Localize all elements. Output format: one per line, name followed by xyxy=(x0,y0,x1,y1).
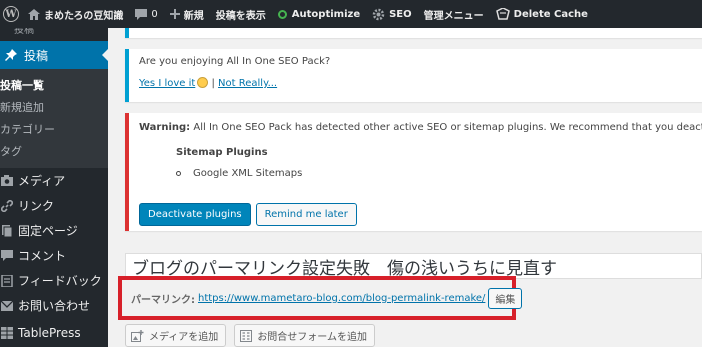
sidebar-item-pages[interactable]: 固定ページ xyxy=(0,218,108,243)
view-post-label: 投稿を表示 xyxy=(215,10,266,22)
add-contact-form-label: お問合せフォームを追加 xyxy=(257,332,368,343)
plugin-list-item: Google XML Sitemaps xyxy=(176,168,692,179)
notice-top-partial xyxy=(125,28,702,38)
permalink-url-link[interactable]: https://www.mametaro-blog.com/blog-perma… xyxy=(198,293,485,304)
sidebar-item-posts[interactable]: 投稿 xyxy=(0,41,108,69)
sidebar-item-cut[interactable]: 投稿 xyxy=(0,28,108,41)
seo-menu[interactable]: SEO xyxy=(366,0,418,28)
aioseo-review-notice: Are you enjoying All In One SEO Pack? Ye… xyxy=(125,49,702,102)
warning-actions: Deactivate plugins Remind me later xyxy=(139,203,357,226)
warning-message: Warning: All In One SEO Pack has detecte… xyxy=(139,122,702,133)
media-icon xyxy=(0,174,14,187)
edit-permalink-button[interactable]: 編集 xyxy=(488,287,523,309)
sidebar-item-comments[interactable]: コメント xyxy=(0,243,108,268)
site-name: まめたろの豆知識 xyxy=(44,10,124,22)
admin-menu-label: 管理メニュー xyxy=(423,10,484,22)
comments-menu[interactable]: 0 xyxy=(129,0,163,28)
permalink-box: パーマリンク: https://www.mametaro-blog.com/bl… xyxy=(118,276,523,320)
seo-conflict-warning: Warning: All In One SEO Pack has detecte… xyxy=(125,113,702,231)
submenu-tags[interactable]: タグ xyxy=(0,140,108,162)
add-media-icon xyxy=(131,329,144,342)
submenu-add-new[interactable]: 新規追加 xyxy=(0,96,108,118)
link-separator: | xyxy=(211,78,215,89)
comment-bubble-icon xyxy=(135,8,148,20)
comments-count: 0 xyxy=(151,8,158,20)
warning-label: Warning: xyxy=(139,122,191,133)
seo-label: SEO xyxy=(389,8,412,20)
autoptimize-status-icon xyxy=(277,9,287,19)
comments-icon xyxy=(0,250,14,261)
sidebar-item-contact[interactable]: お問い合わせ xyxy=(0,293,108,318)
admin-menu-link[interactable]: 管理メニュー xyxy=(418,0,490,28)
remind-later-button[interactable]: Remind me later xyxy=(255,203,357,226)
review-links: Yes I love it | Not Really... xyxy=(139,77,692,89)
sidebar-item-links[interactable]: リンク xyxy=(0,193,108,218)
deactivate-plugins-button[interactable]: Deactivate plugins xyxy=(139,203,251,226)
sidebar-item-links-label: リンク xyxy=(18,199,55,213)
permalink-label: パーマリンク: xyxy=(131,294,195,306)
sidebar-item-comments-label: コメント xyxy=(18,249,67,263)
plus-icon xyxy=(169,9,180,19)
contact-icon xyxy=(0,300,14,311)
gear-icon xyxy=(372,8,385,21)
add-media-button[interactable]: メディアを追加 xyxy=(125,324,227,347)
home-icon xyxy=(28,8,40,20)
sidebar-item-cut-label: 投稿 xyxy=(14,28,34,36)
review-question: Are you enjoying All In One SEO Pack? xyxy=(139,56,331,67)
autoptimize-label: Autoptimize xyxy=(291,8,361,20)
pages-icon xyxy=(0,224,14,237)
new-label: 新規 xyxy=(183,10,204,22)
delete-cache-label: Delete Cache xyxy=(513,8,588,20)
sidebar-item-posts-label: 投稿 xyxy=(24,48,49,63)
view-post-link[interactable]: 投稿を表示 xyxy=(210,0,272,28)
add-media-label: メディアを追加 xyxy=(149,332,219,343)
form-icon xyxy=(240,329,253,342)
pin-icon xyxy=(4,49,18,61)
wordpress-icon: W xyxy=(3,6,19,22)
sitemap-plugins-title: Sitemap Plugins xyxy=(176,147,268,158)
sidebar-item-media[interactable]: メディア xyxy=(0,168,108,193)
sidebar-item-pages-label: 固定ページ xyxy=(18,224,78,238)
wordpress-logo-menu[interactable]: W xyxy=(0,0,22,28)
sidebar-item-feedback[interactable]: フィードバック xyxy=(0,268,108,293)
plugin-name: Google XML Sitemaps xyxy=(193,168,303,179)
smiley-icon xyxy=(197,77,209,88)
editor-media-buttons: メディアを追加 お問合せフォームを追加 xyxy=(125,324,376,347)
yes-love-it-link[interactable]: Yes I love it xyxy=(139,78,195,89)
admin-bar: W まめたろの豆知識 0 新規 投稿を表示 Autoptimize SEO 管理… xyxy=(0,0,702,28)
delete-cache-menu[interactable]: Delete Cache xyxy=(490,0,594,28)
posts-submenu: 投稿一覧 新規追加 カテゴリー タグ xyxy=(0,69,108,168)
cache-icon xyxy=(495,8,510,20)
tablepress-icon xyxy=(0,326,14,339)
autoptimize-menu[interactable]: Autoptimize xyxy=(272,0,366,28)
sidebar-item-tablepress[interactable]: TablePress xyxy=(0,319,108,346)
site-name-menu[interactable]: まめたろの豆知識 xyxy=(22,0,129,28)
add-contact-form-button[interactable]: お問合せフォームを追加 xyxy=(234,324,376,347)
sidebar-item-contact-label: お問い合わせ xyxy=(18,299,91,313)
admin-sidebar: 投稿 投稿 投稿一覧 新規追加 カテゴリー タグ メディア リンク 固定ページ … xyxy=(0,28,108,347)
sidebar-item-media-label: メディア xyxy=(18,174,66,188)
warning-body: All In One SEO Pack has detected other a… xyxy=(193,122,702,133)
bullet-icon xyxy=(176,171,181,176)
submenu-categories[interactable]: カテゴリー xyxy=(0,118,108,140)
not-really-link[interactable]: Not Really... xyxy=(218,78,277,89)
feedback-icon xyxy=(0,274,14,287)
new-content-menu[interactable]: 新規 xyxy=(164,0,210,28)
links-icon xyxy=(0,199,14,212)
sidebar-item-tablepress-label: TablePress xyxy=(18,325,81,340)
sidebar-item-feedback-label: フィードバック xyxy=(18,274,102,288)
submenu-all-posts[interactable]: 投稿一覧 xyxy=(0,74,108,96)
